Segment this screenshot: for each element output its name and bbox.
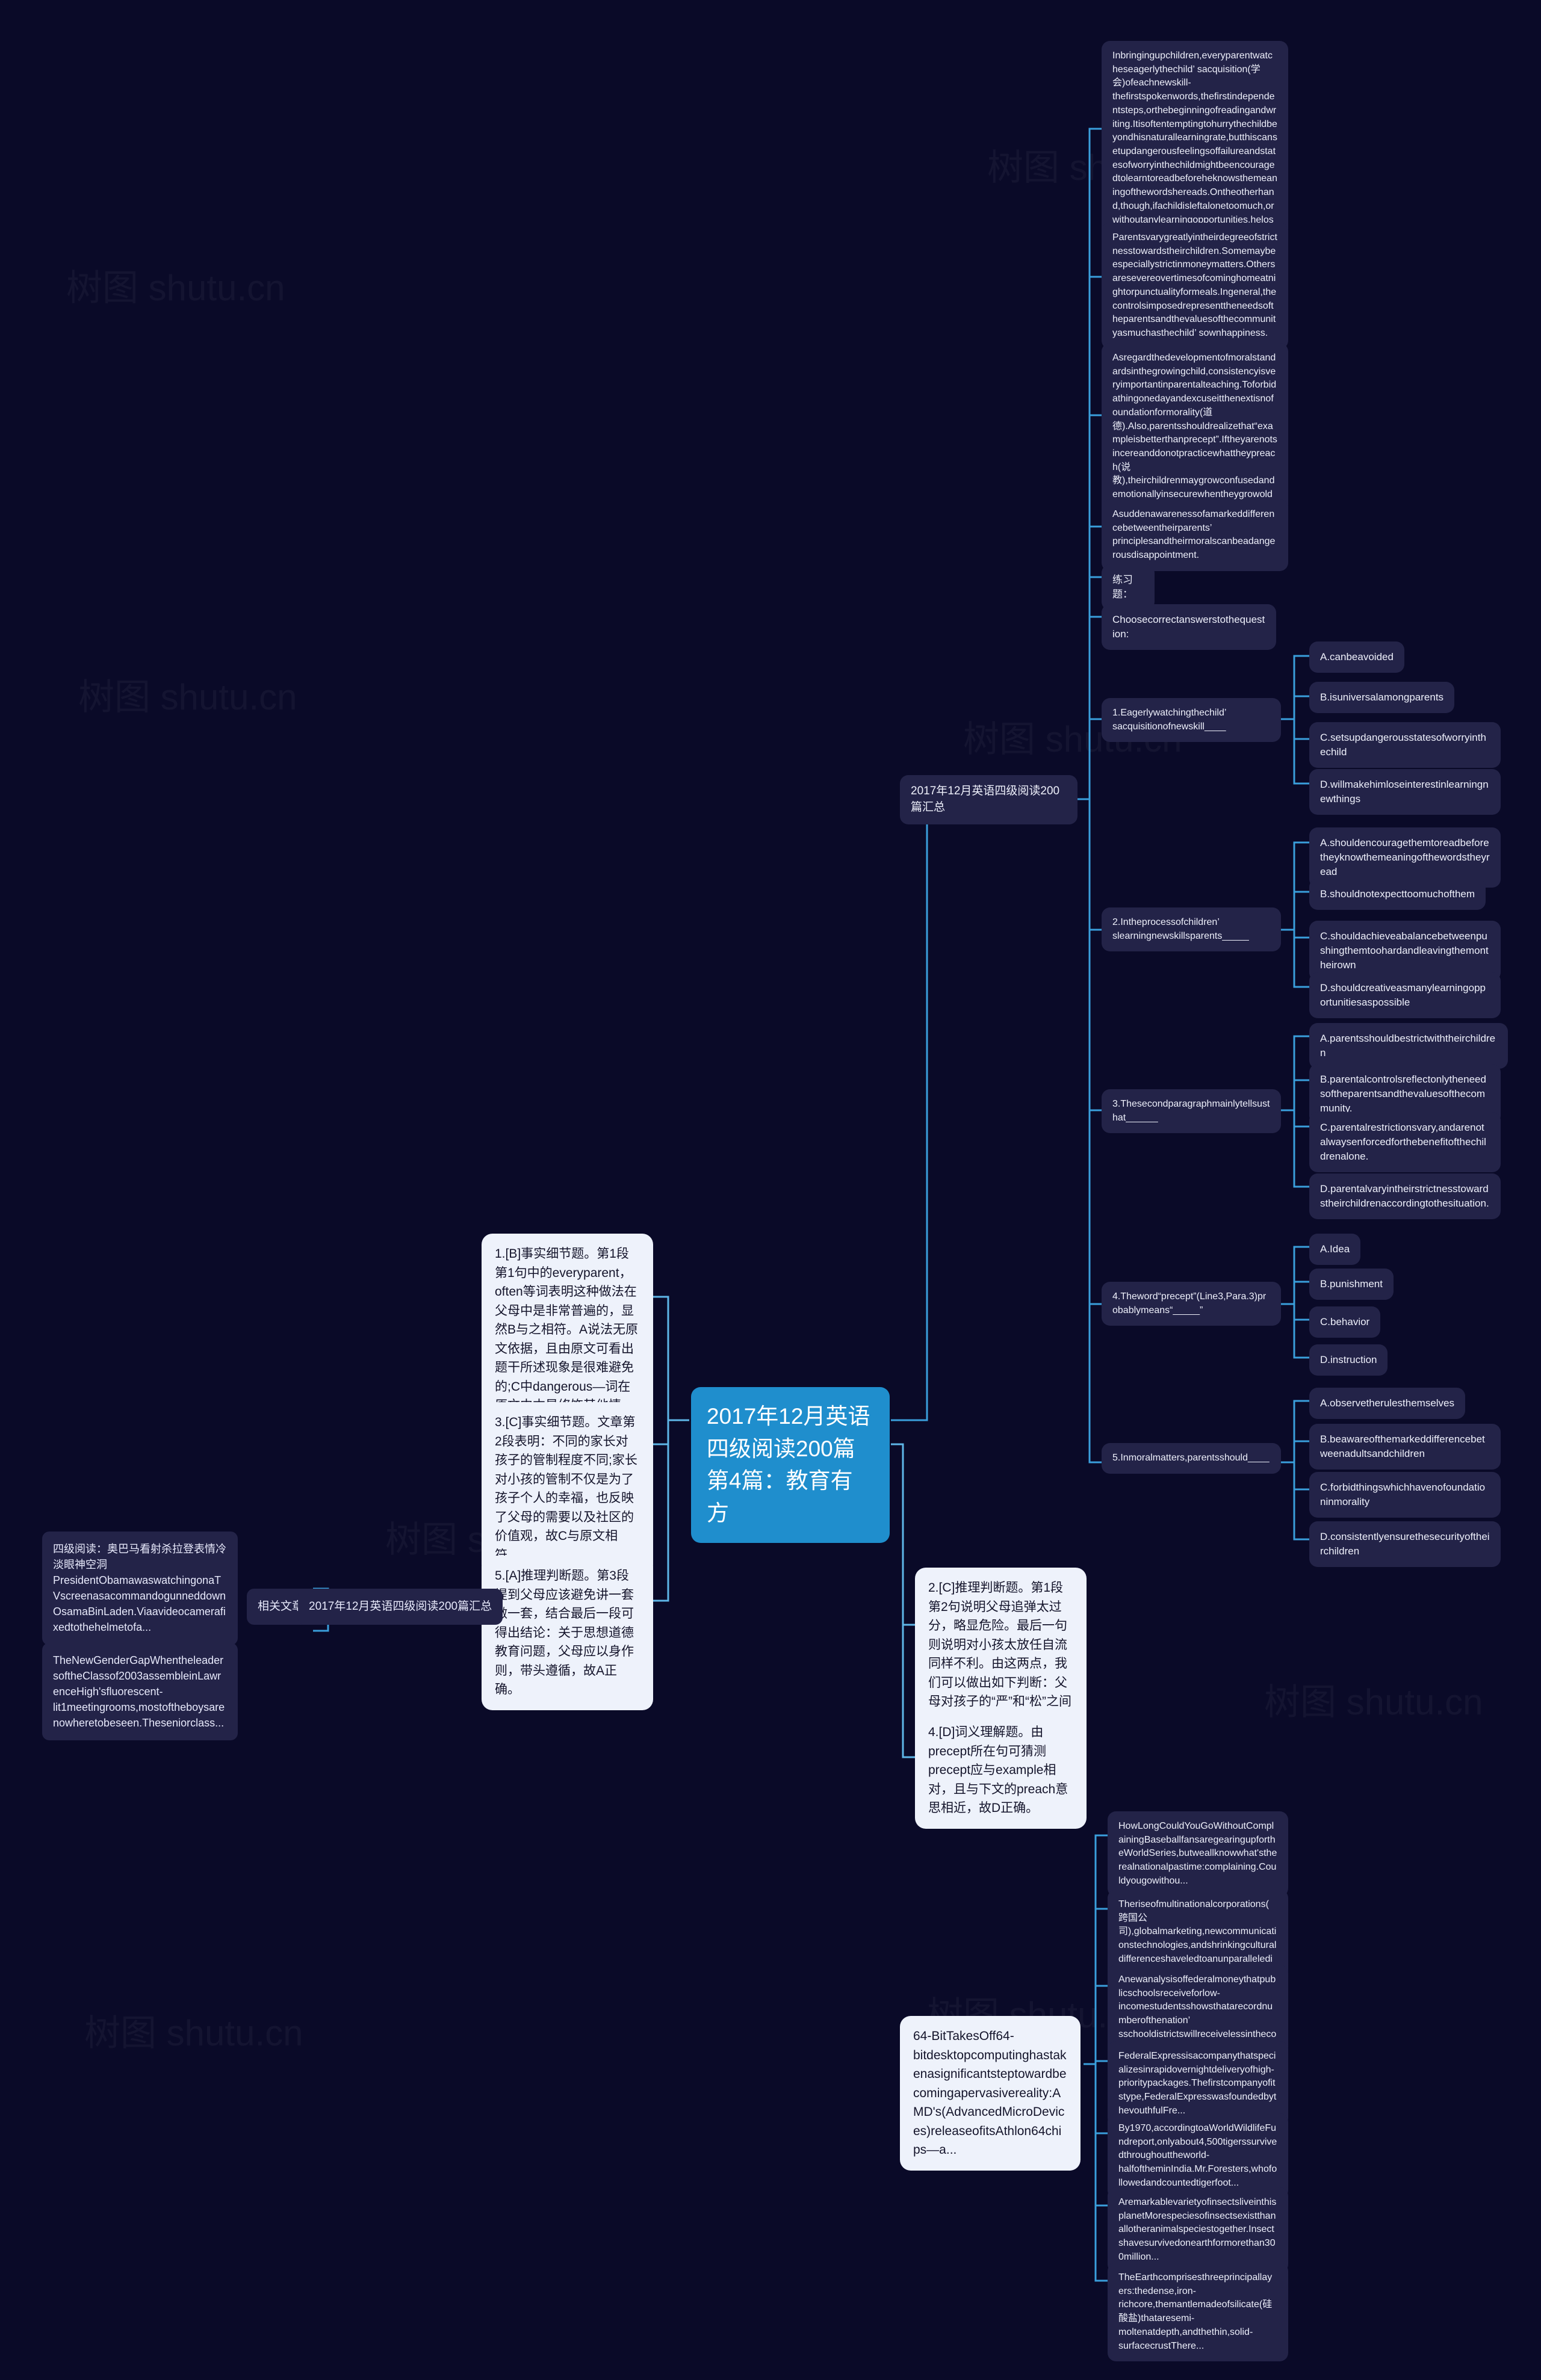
explanation-4[interactable]: 4.[D]词义理解题。由precept所在句可猜测precept应与exampl… <box>915 1712 1087 1829</box>
more-article-7[interactable]: TheEarthcomprisesthreeprincipallayers:th… <box>1108 2263 1288 2362</box>
question-1-option-d[interactable]: D.willmakehimloseinterestinlearningnewth… <box>1309 769 1501 815</box>
related-parent-summary[interactable]: 2017年12月英语四级阅读200篇汇总 <box>298 1589 503 1625</box>
explanation-3[interactable]: 3.[C]事实细节题。文章第2段表明：不同的家长对孩子的管制程度不同;家长对小孩… <box>482 1402 653 1575</box>
question-5-option-c[interactable]: C.forbidthingswhichhavenofoundationinmor… <box>1309 1472 1501 1518</box>
question-5-stem[interactable]: 5.Inmoralmatters,parentsshould____ <box>1102 1443 1281 1474</box>
question-3-option-c[interactable]: C.parentalrestrictionsvary,andarenotalwa… <box>1309 1112 1501 1173</box>
more-article-1[interactable]: HowLongCouldYouGoWithoutComplainingBaseb… <box>1108 1811 1288 1897</box>
question-3-stem[interactable]: 3.Thesecondparagraphmainlytellsusthat___… <box>1102 1089 1281 1134</box>
question-4-option-a[interactable]: A.Idea <box>1309 1234 1361 1266</box>
more-article-5[interactable]: By1970,accordingtoaWorldWildlifeFundrepo… <box>1108 2113 1288 2199</box>
parent-summary-node[interactable]: 2017年12月英语四级阅读200篇汇总 <box>900 775 1077 824</box>
question-3-option-a[interactable]: A.parentsshouldbestrictwiththeirchildren <box>1309 1023 1508 1069</box>
related-article-1[interactable]: 四级阅读：奥巴马看射杀拉登表情冷淡眼神空洞PresidentObamawaswa… <box>42 1532 238 1645</box>
question-5-option-b[interactable]: B.beawareofthemarkeddifferencebetweenadu… <box>1309 1424 1501 1470</box>
question-1-option-a[interactable]: A.canbeavoided <box>1309 641 1404 673</box>
question-4-option-b[interactable]: B.punishment <box>1309 1269 1394 1300</box>
question-5-option-a[interactable]: A.observetherulesthemselves <box>1309 1388 1466 1420</box>
passage-paragraph-4[interactable]: Asuddenawarenessofamarkeddifferencebetwe… <box>1102 499 1288 571</box>
watermark: 树图 shutu.cn <box>84 2004 303 2056</box>
related-article-2[interactable]: TheNewGenderGapWhentheleadersoftheClasso… <box>42 1643 238 1741</box>
explanation-5[interactable]: 5.[A]推理判断题。第3段提到父母应该避免讲一套做一套，结合最后一段可得出结论… <box>482 1556 653 1710</box>
passage-paragraph-2[interactable]: Parentsvarygreatlyintheirdegreeofstrictn… <box>1102 223 1288 349</box>
question-5-option-d[interactable]: D.consistentlyensurethesecurityoftheirch… <box>1309 1521 1501 1568</box>
watermark: 树图 shutu.cn <box>1264 1673 1483 1725</box>
question-1-option-b[interactable]: B.isuniversalamongparents <box>1309 682 1455 714</box>
question-4-option-d[interactable]: D.instruction <box>1309 1344 1388 1376</box>
question-4-stem[interactable]: 4.Theword“precept”(Line3,Para.3)probably… <box>1102 1282 1281 1326</box>
more-articles-anchor[interactable]: 64-BitTakesOff64-bitdesktopcomputinghast… <box>900 2016 1081 2171</box>
watermark: 树图 shutu.cn <box>78 668 297 720</box>
question-3-option-d[interactable]: D.parentalvaryintheirstrictnesstowardsth… <box>1309 1173 1501 1220</box>
question-4-option-c[interactable]: C.behavior <box>1309 1306 1381 1338</box>
exercise-instruction[interactable]: Choosecorrectanswerstothequestion: <box>1102 604 1276 651</box>
question-1-stem[interactable]: 1.Eagerlywatchingthechild’ sacquisitiono… <box>1102 698 1281 743</box>
watermark: 树图 shutu.cn <box>66 259 285 311</box>
more-article-6[interactable]: Aremarkablevarietyofinsectsliveinthispla… <box>1108 2187 1288 2273</box>
question-2-option-d[interactable]: D.shouldcreativeasmanylearningopportunit… <box>1309 972 1501 1019</box>
exercise-label[interactable]: 练习题： <box>1102 564 1155 611</box>
question-1-option-c[interactable]: C.setsupdangerousstatesofworryinthechild <box>1309 722 1501 768</box>
mindmap-canvas: 树图 shutu.cn 树图 shutu.cn 树图 shutu.cn 树图 s… <box>0 0 1541 2380</box>
question-2-option-b[interactable]: B.shouldnotexpecttoomuchofthem <box>1309 879 1486 910</box>
root-node[interactable]: 2017年12月英语四级阅读200篇第4篇：教育有方 <box>691 1387 890 1543</box>
question-2-stem[interactable]: 2.Intheprocessofchildren’ slearningnewsk… <box>1102 907 1281 952</box>
